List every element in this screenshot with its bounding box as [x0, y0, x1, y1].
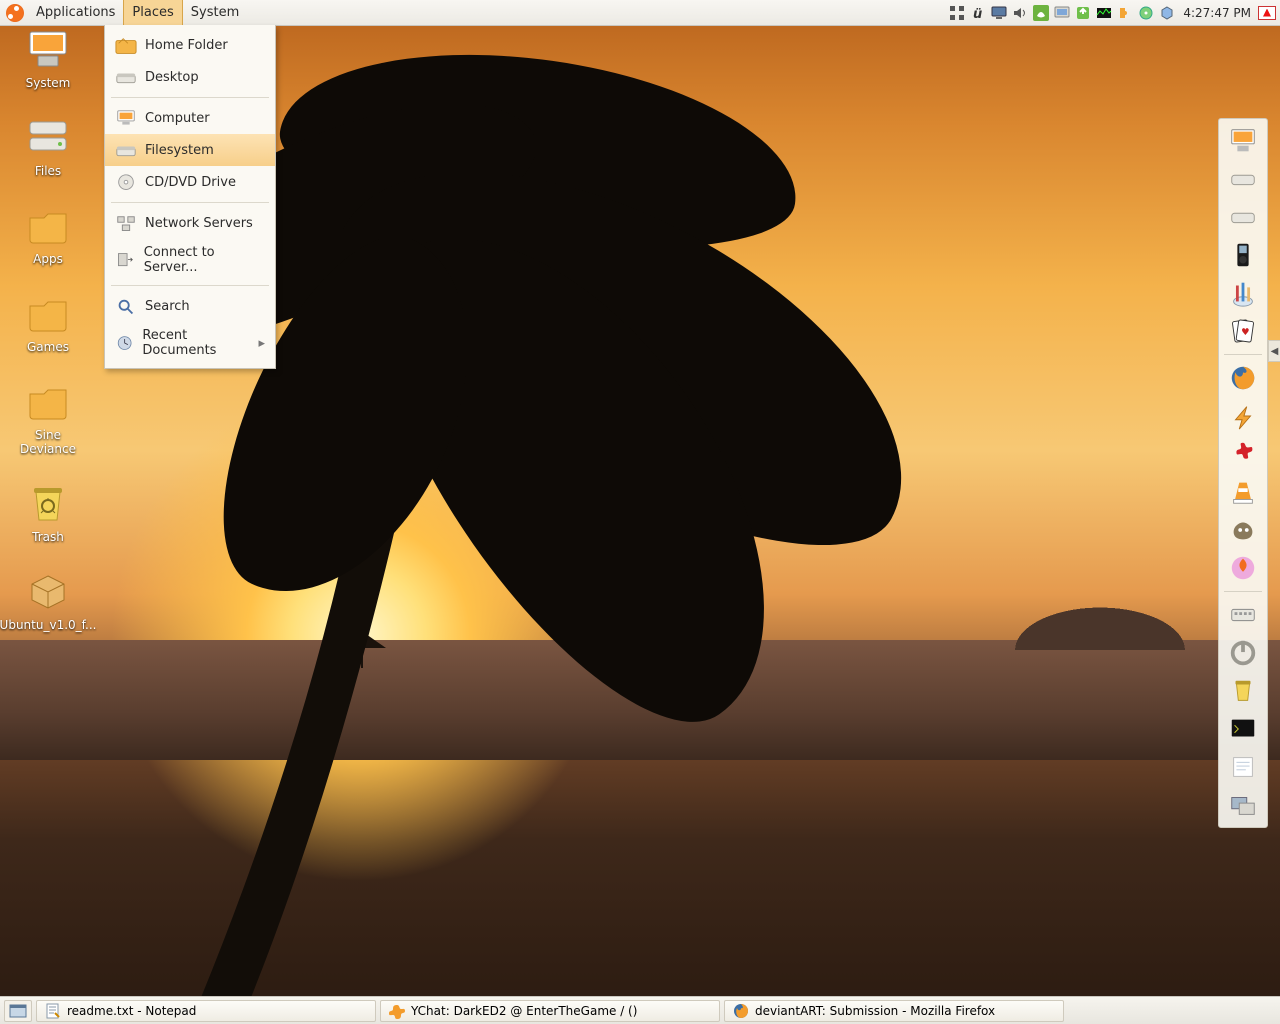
desktop-icon-apps[interactable]: Apps [6, 204, 90, 266]
dock-separator [1224, 354, 1262, 355]
desktop-icon-trash[interactable]: Trash [6, 482, 90, 544]
trash-icon [24, 482, 72, 526]
dock-collapse-arrow[interactable]: ◀ [1268, 340, 1280, 362]
dock-power[interactable] [1223, 635, 1263, 671]
keyboard-u-icon[interactable]: ü [969, 4, 987, 22]
places-item-label: Filesystem [145, 143, 214, 158]
dock-brushes[interactable] [1223, 275, 1263, 311]
dock-trash[interactable] [1223, 673, 1263, 709]
places-item-label: Network Servers [145, 216, 253, 231]
dock-separator [1224, 591, 1262, 592]
dock-splat[interactable] [1223, 436, 1263, 472]
flag-icon[interactable] [1258, 6, 1276, 20]
places-item-label: Computer [145, 111, 210, 126]
folder-icon [24, 292, 72, 336]
menu-separator [111, 97, 269, 98]
menu-separator [111, 202, 269, 203]
menu-grid-icon[interactable] [948, 4, 966, 22]
places-item-network-servers[interactable]: Network Servers [105, 207, 275, 239]
dock-drive-2[interactable] [1223, 199, 1263, 235]
places-item-filesystem[interactable]: Filesystem [105, 134, 275, 166]
svg-text:ü: ü [973, 7, 982, 21]
places-item-label: Desktop [145, 70, 199, 85]
dock-computer[interactable] [1223, 123, 1263, 159]
dock-winamp[interactable] [1223, 398, 1263, 434]
dock-terminal[interactable] [1223, 711, 1263, 747]
taskbar-item-label: YChat: DarkED2 @ EnterTheGame / () [411, 1004, 637, 1018]
desktop-icon-label: System [26, 76, 71, 90]
system-tray: ü 4:27:47 PM [948, 4, 1280, 22]
desktop-icon-label: Files [35, 164, 61, 178]
drive-stack-icon [24, 116, 72, 160]
desktop-icon-games[interactable]: Games [6, 292, 90, 354]
submenu-arrow-icon: ▸ [258, 336, 265, 351]
nvidia-icon[interactable] [1032, 4, 1050, 22]
disc-icon[interactable] [1137, 4, 1155, 22]
desktop-icon-ubuntu-package[interactable]: Ubuntu_v1.0_f... [6, 570, 90, 632]
bottom-panel: readme.txt - Notepad YChat: DarkED2 @ En… [0, 996, 1280, 1024]
desktop-icons: System Files Apps Games Sine Deviance Tr… [6, 28, 126, 658]
volume-icon[interactable] [1011, 4, 1029, 22]
places-item-cddvd[interactable]: CD/DVD Drive [105, 166, 275, 198]
taskbar-item-label: deviantART: Submission - Mozilla Firefox [755, 1004, 995, 1018]
ychat-icon [389, 1003, 405, 1019]
places-item-recent-documents[interactable]: Recent Documents ▸ [105, 322, 275, 364]
taskbar-item-firefox[interactable]: deviantART: Submission - Mozilla Firefox [724, 1000, 1064, 1022]
desktop-icon-sine-deviance[interactable]: Sine Deviance [6, 380, 90, 456]
places-item-home-folder[interactable]: Home Folder [105, 29, 275, 61]
dock-cards[interactable]: ♥ [1223, 313, 1263, 349]
dock-burn[interactable] [1223, 550, 1263, 586]
desktop-icon-label: Apps [33, 252, 63, 266]
places-item-label: Home Folder [145, 38, 228, 53]
jigsaw-icon[interactable] [1116, 4, 1134, 22]
places-item-computer[interactable]: Computer [105, 102, 275, 134]
taskbar-item-label: readme.txt - Notepad [67, 1004, 196, 1018]
dock-firefox[interactable] [1223, 360, 1263, 396]
desktop-icon-system[interactable]: System [6, 28, 90, 90]
firefox-icon [733, 1003, 749, 1019]
places-item-label: Search [145, 299, 190, 314]
package-icon [24, 570, 72, 614]
svg-text:♥: ♥ [1241, 327, 1249, 338]
display-icon[interactable] [990, 4, 1008, 22]
desktop-icon-label: Games [27, 340, 69, 354]
menu-separator [111, 285, 269, 286]
places-menu-dropdown: Home Folder Desktop Computer Filesystem … [104, 25, 276, 369]
dock-ipod[interactable] [1223, 237, 1263, 273]
dock-gimp[interactable] [1223, 512, 1263, 548]
desktop-icon-label: Trash [32, 530, 64, 544]
menu-applications[interactable]: Applications [28, 0, 123, 25]
places-item-label: CD/DVD Drive [145, 175, 236, 190]
desktop-icon-label: Sine Deviance [6, 428, 90, 456]
dock-vlc[interactable] [1223, 474, 1263, 510]
folder-icon [24, 380, 72, 424]
menu-system[interactable]: System [183, 0, 247, 25]
notepad-icon [45, 1003, 61, 1019]
dock-notes[interactable] [1223, 749, 1263, 785]
wifi-icon[interactable] [1053, 4, 1071, 22]
ubuntu-logo-icon[interactable] [6, 4, 24, 22]
places-item-connect-to-server[interactable]: Connect to Server... [105, 239, 275, 281]
folder-icon [24, 204, 72, 248]
computer-icon [24, 28, 72, 72]
clock[interactable]: 4:27:47 PM [1179, 6, 1255, 20]
show-desktop-button[interactable] [4, 1000, 32, 1022]
desktop-icon-label: Ubuntu_v1.0_f... [0, 618, 96, 632]
update-manager-icon[interactable] [1074, 4, 1092, 22]
cube-icon[interactable] [1158, 4, 1176, 22]
dock-drive-1[interactable] [1223, 161, 1263, 197]
places-item-label: Connect to Server... [144, 245, 265, 275]
menu-places[interactable]: Places [123, 0, 182, 25]
places-item-search[interactable]: Search [105, 290, 275, 322]
top-panel: Applications Places System ü 4:27:47 PM [0, 0, 1280, 26]
network-monitor-icon[interactable] [1095, 4, 1113, 22]
right-dock: ♥ [1218, 118, 1268, 828]
dock-keyboard-layout[interactable] [1223, 597, 1263, 633]
dock-window-switch[interactable] [1223, 787, 1263, 823]
places-item-desktop[interactable]: Desktop [105, 61, 275, 93]
desktop-icon-files[interactable]: Files [6, 116, 90, 178]
taskbar-item-readme[interactable]: readme.txt - Notepad [36, 1000, 376, 1022]
places-item-label: Recent Documents [142, 328, 250, 358]
taskbar-item-ychat[interactable]: YChat: DarkED2 @ EnterTheGame / () [380, 1000, 720, 1022]
